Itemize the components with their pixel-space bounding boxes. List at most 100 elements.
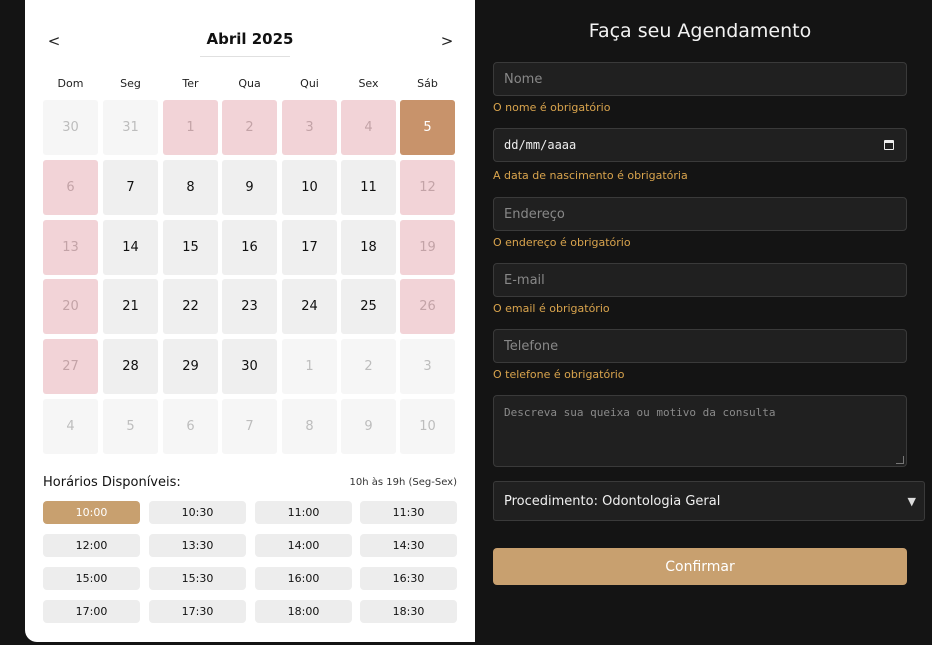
complaint-placeholder: Descreva sua queixa ou motivo da consult… xyxy=(504,406,776,419)
chevron-right-icon: > xyxy=(440,32,454,50)
address-input[interactable]: Endereço xyxy=(493,197,907,231)
confirm-button[interactable]: Confirmar xyxy=(493,548,907,585)
time-slot-button[interactable]: 10:30 xyxy=(149,501,246,524)
calendar-day: 31 xyxy=(103,100,158,155)
phone-placeholder: Telefone xyxy=(504,338,559,354)
email-input[interactable]: E-mail xyxy=(493,263,907,297)
name-input[interactable]: Nome xyxy=(493,62,907,96)
time-slot-button[interactable]: 17:30 xyxy=(149,600,246,623)
weekday-label: Qua xyxy=(238,77,261,90)
month-underline xyxy=(200,56,290,57)
calendar-day[interactable]: 20 xyxy=(43,279,98,334)
calendar-day: 30 xyxy=(43,100,98,155)
calendar-day[interactable]: 11 xyxy=(341,160,396,215)
calendar-day[interactable]: 21 xyxy=(103,279,158,334)
calendar-day: 10 xyxy=(400,399,455,454)
phone-error: O telefone é obrigatório xyxy=(493,368,625,381)
email-error: O email é obrigatório xyxy=(493,302,610,315)
birthdate-value: dd/mm/aaaa xyxy=(504,138,577,152)
calendar-day[interactable]: 4 xyxy=(341,100,396,155)
calendar-day[interactable]: 29 xyxy=(163,339,218,394)
time-slot-button[interactable]: 11:00 xyxy=(255,501,352,524)
email-placeholder: E-mail xyxy=(504,272,545,288)
time-slot-button[interactable]: 15:00 xyxy=(43,567,140,590)
booking-page: < Abril 2025 > Dom Seg Ter Qua Qui Sex S… xyxy=(0,0,932,645)
calendar-day[interactable]: 27 xyxy=(43,339,98,394)
calendar-day[interactable]: 24 xyxy=(282,279,337,334)
calendar-day[interactable]: 6 xyxy=(43,160,98,215)
calendar-day[interactable]: 15 xyxy=(163,220,218,275)
calendar-header: < Abril 2025 > xyxy=(25,28,475,58)
calendar-day[interactable]: 28 xyxy=(103,339,158,394)
procedure-value: Procedimento: Odontologia Geral xyxy=(504,493,721,509)
birthdate-input[interactable]: dd/mm/aaaa xyxy=(493,128,907,162)
confirm-label: Confirmar xyxy=(665,558,735,575)
form-title: Faça seu Agendamento xyxy=(588,20,812,42)
calendar-day[interactable]: 23 xyxy=(222,279,277,334)
resize-handle-icon[interactable] xyxy=(896,456,904,464)
weekday-label: Sáb xyxy=(417,77,438,90)
time-slot-button[interactable]: 16:00 xyxy=(255,567,352,590)
caret-down-icon: ▼ xyxy=(907,495,916,508)
complaint-textarea[interactable]: Descreva sua queixa ou motivo da consult… xyxy=(493,395,907,467)
time-slot-grid: 10:00 10:30 11:00 11:30 12:00 13:30 14:00 14:30… xyxy=(43,501,458,626)
next-month-button[interactable]: > xyxy=(437,32,457,50)
calendar-day[interactable]: 9 xyxy=(222,160,277,215)
calendar-day: 7 xyxy=(222,399,277,454)
calendar-day[interactable]: 14 xyxy=(103,220,158,275)
phone-input[interactable]: Telefone xyxy=(493,329,907,363)
month-title: Abril 2025 xyxy=(206,30,294,48)
calendar-day[interactable]: 17 xyxy=(282,220,337,275)
calendar-day[interactable]: 7 xyxy=(103,160,158,215)
calendar-day: 3 xyxy=(400,339,455,394)
calendar-day[interactable]: 25 xyxy=(341,279,396,334)
time-slot-button[interactable]: 13:30 xyxy=(149,534,246,557)
weekday-label: Sex xyxy=(358,77,379,90)
calendar-day: 8 xyxy=(282,399,337,454)
calendar-day[interactable]: 22 xyxy=(163,279,218,334)
calendar-day[interactable]: 12 xyxy=(400,160,455,215)
time-slot-button[interactable]: 14:30 xyxy=(360,534,457,557)
calendar-day[interactable]: 13 xyxy=(43,220,98,275)
calendar-day: 1 xyxy=(282,339,337,394)
calendar-day[interactable]: 2 xyxy=(222,100,277,155)
calendar-day[interactable]: 30 xyxy=(222,339,277,394)
available-hours-label: Horários Disponíveis: xyxy=(43,475,181,490)
calendar-icon[interactable] xyxy=(884,140,894,150)
calendar-day[interactable]: 19 xyxy=(400,220,455,275)
time-slot-button[interactable]: 12:00 xyxy=(43,534,140,557)
time-slot-button[interactable]: 16:30 xyxy=(360,567,457,590)
calendar-day[interactable]: 1 xyxy=(163,100,218,155)
calendar-day: 6 xyxy=(163,399,218,454)
calendar-day: 2 xyxy=(341,339,396,394)
calendar-day-grid: 30 31 1 2 3 4 5 6 7 8 9 10 11 12 13 14 15 16 17 18 19 20 21 22 2… xyxy=(43,100,458,455)
weekday-label: Ter xyxy=(182,77,199,90)
calendar-day: 4 xyxy=(43,399,98,454)
time-slot-button[interactable]: 14:00 xyxy=(255,534,352,557)
weekday-label: Qui xyxy=(300,77,319,90)
calendar-day[interactable]: 5 xyxy=(400,100,455,155)
weekday-header-row: Dom Seg Ter Qua Qui Sex Sáb xyxy=(43,77,458,93)
time-slot-button[interactable]: 15:30 xyxy=(149,567,246,590)
time-slot-button[interactable]: 18:30 xyxy=(360,600,457,623)
calendar-day[interactable]: 10 xyxy=(282,160,337,215)
business-hours-note: 10h às 19h (Seg-Sex) xyxy=(349,477,458,488)
calendar-day: 5 xyxy=(103,399,158,454)
time-slot-button[interactable]: 18:00 xyxy=(255,600,352,623)
calendar-day[interactable]: 8 xyxy=(163,160,218,215)
time-slot-button[interactable]: 10:00 xyxy=(43,501,140,524)
address-error: O endereço é obrigatório xyxy=(493,236,631,249)
name-placeholder: Nome xyxy=(504,71,543,87)
weekday-label: Seg xyxy=(120,77,141,90)
calendar-day[interactable]: 18 xyxy=(341,220,396,275)
address-placeholder: Endereço xyxy=(504,206,565,222)
calendar-day[interactable]: 16 xyxy=(222,220,277,275)
time-slot-button[interactable]: 11:30 xyxy=(360,501,457,524)
calendar-day[interactable]: 3 xyxy=(282,100,337,155)
name-error: O nome é obrigatório xyxy=(493,101,611,114)
calendar-day[interactable]: 26 xyxy=(400,279,455,334)
time-slot-button[interactable]: 17:00 xyxy=(43,600,140,623)
procedure-select[interactable]: Procedimento: Odontologia Geral ▼ xyxy=(493,481,925,521)
birthdate-error: A data de nascimento é obrigatória xyxy=(493,169,688,182)
weekday-label: Dom xyxy=(57,77,84,90)
